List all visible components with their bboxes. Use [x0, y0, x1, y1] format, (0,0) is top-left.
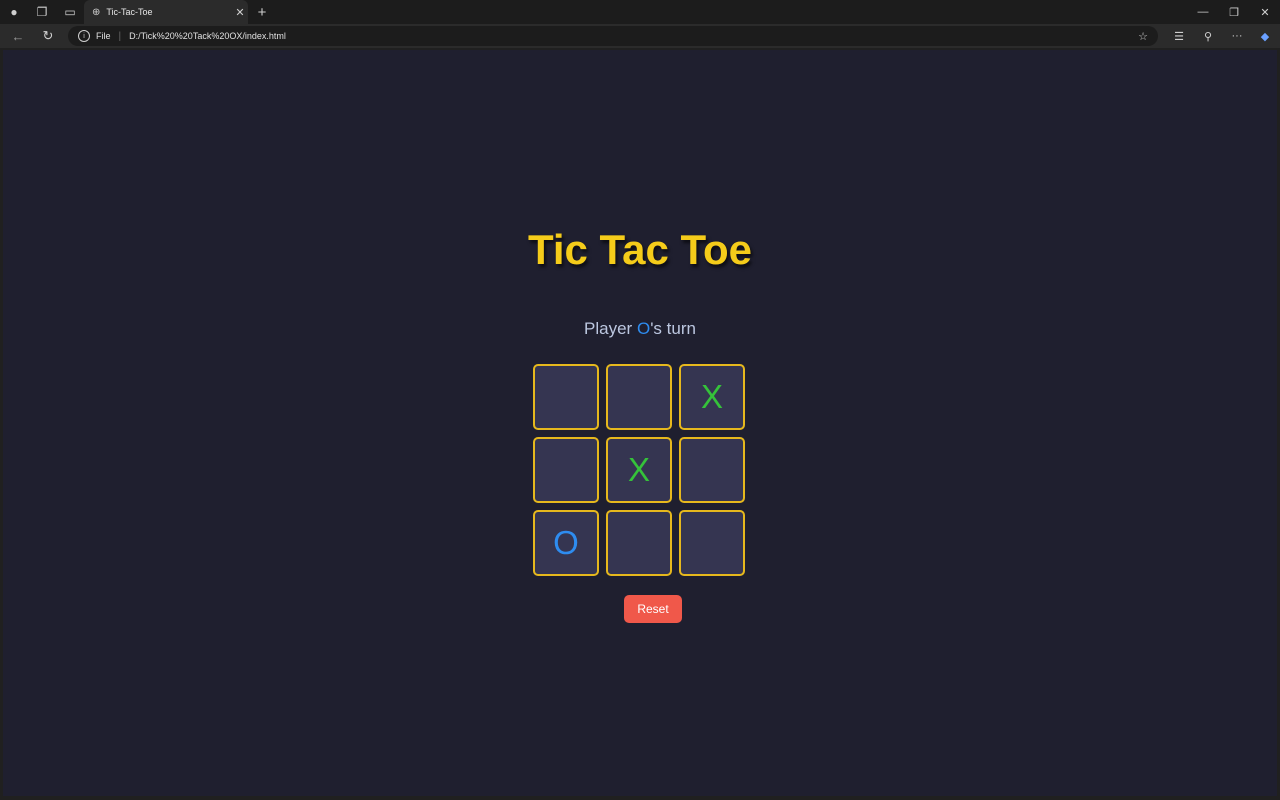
workspaces-icon[interactable]: ❐	[28, 0, 56, 24]
status-suffix: 's turn	[650, 319, 696, 338]
favorite-star-icon[interactable]: ☆	[1138, 30, 1148, 43]
browser-tab-bar: ● ❐ ▭ ⊕ Tic-Tac-Toe ✕ + — ❐ ✕	[0, 0, 1280, 24]
info-icon[interactable]: i	[78, 30, 90, 42]
restore-icon[interactable]: ❐	[1219, 0, 1249, 24]
board-cell-0[interactable]	[533, 364, 599, 430]
close-window-icon[interactable]: ✕	[1250, 0, 1280, 24]
copilot-icon[interactable]: ◆	[1253, 24, 1277, 48]
profile-icon[interactable]: ●	[0, 0, 28, 24]
board-cell-5[interactable]	[679, 437, 745, 503]
board-cell-3[interactable]	[533, 437, 599, 503]
extensions-icon[interactable]: ⚲	[1196, 24, 1220, 48]
board-cell-2[interactable]: X	[679, 364, 745, 430]
board-cell-4[interactable]: X	[606, 437, 672, 503]
refresh-icon[interactable]: ↻	[36, 24, 60, 48]
favorites-icon[interactable]: ☰	[1167, 24, 1191, 48]
game-board: X X O	[533, 364, 747, 578]
new-tab-icon[interactable]: +	[254, 0, 270, 24]
minimize-icon[interactable]: —	[1188, 0, 1218, 24]
reset-button[interactable]: Reset	[624, 595, 682, 623]
tab-actions-icon[interactable]: ▭	[56, 0, 84, 24]
status-prefix: Player	[584, 319, 637, 338]
url-scheme: File	[96, 31, 111, 41]
board-cell-6[interactable]: O	[533, 510, 599, 576]
board-cell-7[interactable]	[606, 510, 672, 576]
more-options-icon[interactable]: ···	[1225, 24, 1249, 48]
address-divider: |	[118, 30, 122, 42]
globe-icon: ⊕	[92, 6, 101, 18]
game-title: Tic Tac Toe	[527, 226, 753, 273]
board-cell-8[interactable]	[679, 510, 745, 576]
url-text[interactable]: D:/Tick%20%20Tack%20OX/index.html	[129, 31, 286, 41]
close-tab-icon[interactable]: ✕	[232, 6, 248, 19]
tab-title: Tic-Tac-Toe	[106, 7, 153, 17]
browser-toolbar: ← ↻ i File | D:/Tick%20%20Tack%20OX/inde…	[0, 24, 1280, 48]
current-player: O	[636, 319, 651, 338]
turn-status: Player O's turn	[3, 319, 1277, 339]
address-bar[interactable]: i File | D:/Tick%20%20Tack%20OX/index.ht…	[68, 26, 1158, 46]
back-icon[interactable]: ←	[6, 24, 30, 48]
board-cell-1[interactable]	[606, 364, 672, 430]
tab-active[interactable]: ⊕ Tic-Tac-Toe ✕	[84, 0, 248, 24]
page-body: Tic Tac Toe Player O's turn X X O Reset	[3, 50, 1277, 796]
